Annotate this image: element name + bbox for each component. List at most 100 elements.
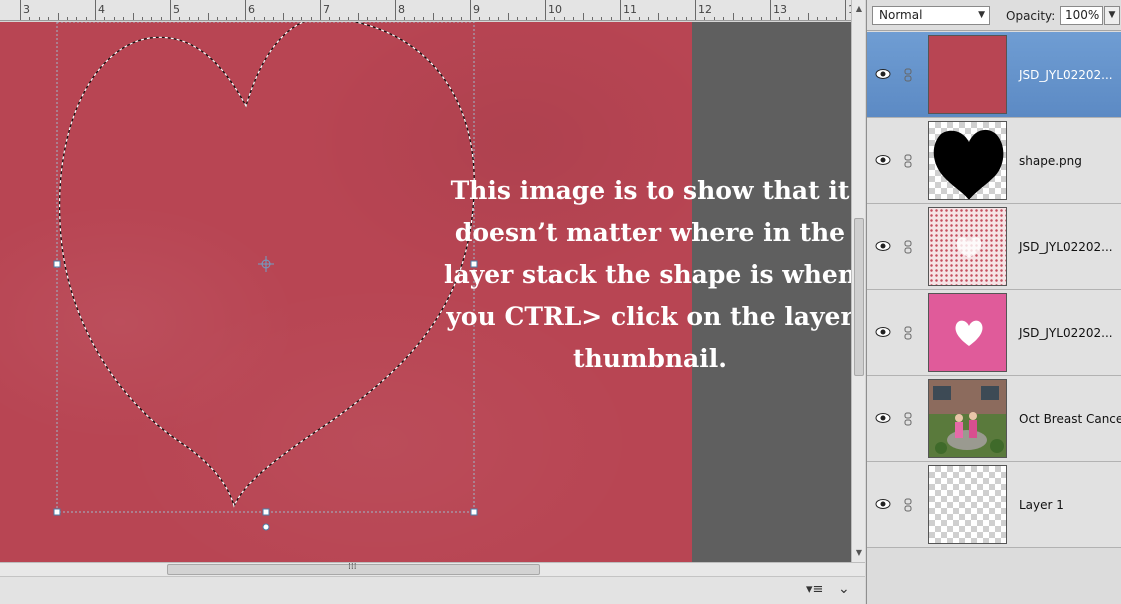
scroll-up-icon[interactable]: ▲ [852, 2, 866, 16]
horizontal-scroll-thumb[interactable]: ⁞⁞⁞ [167, 562, 540, 575]
chain-link-icon[interactable] [904, 412, 912, 426]
eye-icon[interactable] [875, 412, 891, 424]
ruler-minor-tick [451, 17, 453, 20]
chevron-down-icon[interactable]: ⌄ [838, 581, 850, 597]
reference-point-icon[interactable] [258, 256, 274, 272]
ruler-minor-tick [348, 17, 350, 20]
ruler-minor-tick [179, 17, 181, 20]
ruler-minor-tick [141, 17, 143, 20]
ruler-minor-tick [629, 17, 631, 20]
ruler-minor-tick [263, 17, 265, 20]
vertical-scrollbar[interactable]: ▲ ▼ [851, 0, 865, 562]
eye-icon[interactable] [875, 240, 891, 252]
ruler-label: 8 [398, 3, 405, 16]
scroll-down-icon[interactable]: ▼ [852, 546, 866, 560]
status-bar: ▾≡ ⌄ [0, 576, 865, 604]
ruler-tick [20, 0, 21, 20]
ruler-minor-tick [113, 17, 115, 20]
ruler-label: 3 [23, 3, 30, 16]
transform-handle-bottom-right[interactable] [470, 508, 478, 516]
layer-name[interactable]: JSD_JYL02202... [1019, 68, 1113, 82]
ruler-minor-tick [48, 17, 50, 20]
ruler-minor-tick [432, 13, 434, 20]
chain-link-icon[interactable] [904, 68, 912, 82]
eye-icon[interactable] [875, 498, 891, 510]
layer-row[interactable]: JSD_JYL02202... [867, 32, 1121, 118]
ruler-minor-tick [188, 17, 190, 20]
chain-link-icon[interactable] [904, 154, 912, 168]
layer-row[interactable]: Oct Breast Cancer... [867, 376, 1121, 462]
ruler-minor-tick [535, 17, 537, 20]
opacity-input[interactable]: 100% [1060, 6, 1103, 25]
layer-row[interactable]: Layer 1 [867, 462, 1121, 548]
layer-row[interactable]: JSD_JYL02202... [867, 290, 1121, 376]
canvas-area[interactable]: This image is to show that it doesn’t ma… [0, 22, 851, 562]
vertical-scroll-thumb[interactable] [854, 218, 864, 376]
chain-link-icon[interactable] [904, 240, 912, 254]
rotate-handle[interactable] [262, 523, 270, 531]
ruler-minor-tick [301, 17, 303, 20]
transform-handle-bottom[interactable] [262, 508, 270, 516]
opacity-dropdown-icon[interactable]: ▼ [1104, 6, 1120, 25]
ruler-label: 13 [773, 3, 787, 16]
ruler-minor-tick [104, 17, 106, 20]
ruler-minor-tick [254, 17, 256, 20]
layer-thumbnail[interactable] [928, 35, 1007, 114]
ruler-minor-tick [123, 17, 125, 20]
ruler-tick [620, 0, 621, 20]
layer-name[interactable]: Layer 1 [1019, 498, 1064, 512]
ruler-minor-tick [376, 17, 378, 20]
ruler-minor-tick [291, 17, 293, 20]
layer-thumbnail[interactable] [928, 293, 1007, 372]
layer-name[interactable]: JSD_JYL02202... [1019, 240, 1113, 254]
photo-thumbnail-image [929, 380, 1006, 457]
chain-link-icon[interactable] [904, 498, 912, 512]
chain-link-icon[interactable] [904, 326, 912, 340]
dropdown-arrow-icon: ▼ [978, 10, 985, 20]
ruler-minor-tick [498, 17, 500, 20]
ruler-minor-tick [676, 17, 678, 20]
heart-shape-icon [933, 129, 1004, 199]
layer-row[interactable]: shape.png [867, 118, 1121, 204]
layers-panel-toolbar: Normal ▼ Opacity: 100% ▼ [867, 0, 1121, 31]
ruler-minor-tick [357, 13, 359, 20]
ruler-minor-tick [526, 17, 528, 20]
ruler-minor-tick [488, 17, 490, 20]
eye-icon[interactable] [875, 154, 891, 166]
ruler-minor-tick [207, 13, 209, 20]
eye-icon[interactable] [875, 68, 891, 80]
ruler-tick [845, 0, 846, 20]
horizontal-ruler[interactable]: 3456789101112131 [0, 0, 851, 21]
ruler-minor-tick [826, 17, 828, 20]
ruler-label: 6 [248, 3, 255, 16]
transform-handle-left[interactable] [53, 260, 61, 268]
ruler-minor-tick [226, 17, 228, 20]
eye-icon[interactable] [875, 326, 891, 338]
ruler-tick [320, 0, 321, 20]
ruler-minor-tick [573, 17, 575, 20]
transform-handle-bottom-left[interactable] [53, 508, 61, 516]
layer-name[interactable]: JSD_JYL02202... [1019, 326, 1113, 340]
panel-menu-icon[interactable]: ▾≡ [806, 582, 823, 597]
layer-name[interactable]: shape.png [1019, 154, 1082, 168]
ruler-minor-tick [582, 13, 584, 20]
photo-editor-window: 3456789101112131 This image is to show t… [0, 0, 1121, 604]
ruler-minor-tick [310, 17, 312, 20]
layer-thumbnail[interactable] [928, 207, 1007, 286]
ruler-minor-tick [807, 13, 809, 20]
ruler-minor-tick [273, 17, 275, 20]
layer-row[interactable]: JSD_JYL02202... [867, 204, 1121, 290]
ruler-label: 7 [323, 3, 330, 16]
ruler-minor-tick [563, 17, 565, 20]
blend-mode-select[interactable]: Normal ▼ [872, 6, 990, 25]
layer-thumbnail[interactable] [928, 379, 1007, 458]
ruler-minor-tick [507, 13, 509, 20]
layer-name[interactable]: Oct Breast Cancer... [1019, 412, 1121, 426]
ruler-minor-tick [404, 17, 406, 20]
layer-thumbnail[interactable] [928, 121, 1007, 200]
ruler-tick [95, 0, 96, 20]
ruler-minor-tick [638, 17, 640, 20]
ruler-label: 12 [698, 3, 712, 16]
horizontal-scrollbar[interactable]: ⁞⁞⁞ [0, 562, 865, 576]
layer-thumbnail[interactable] [928, 465, 1007, 544]
